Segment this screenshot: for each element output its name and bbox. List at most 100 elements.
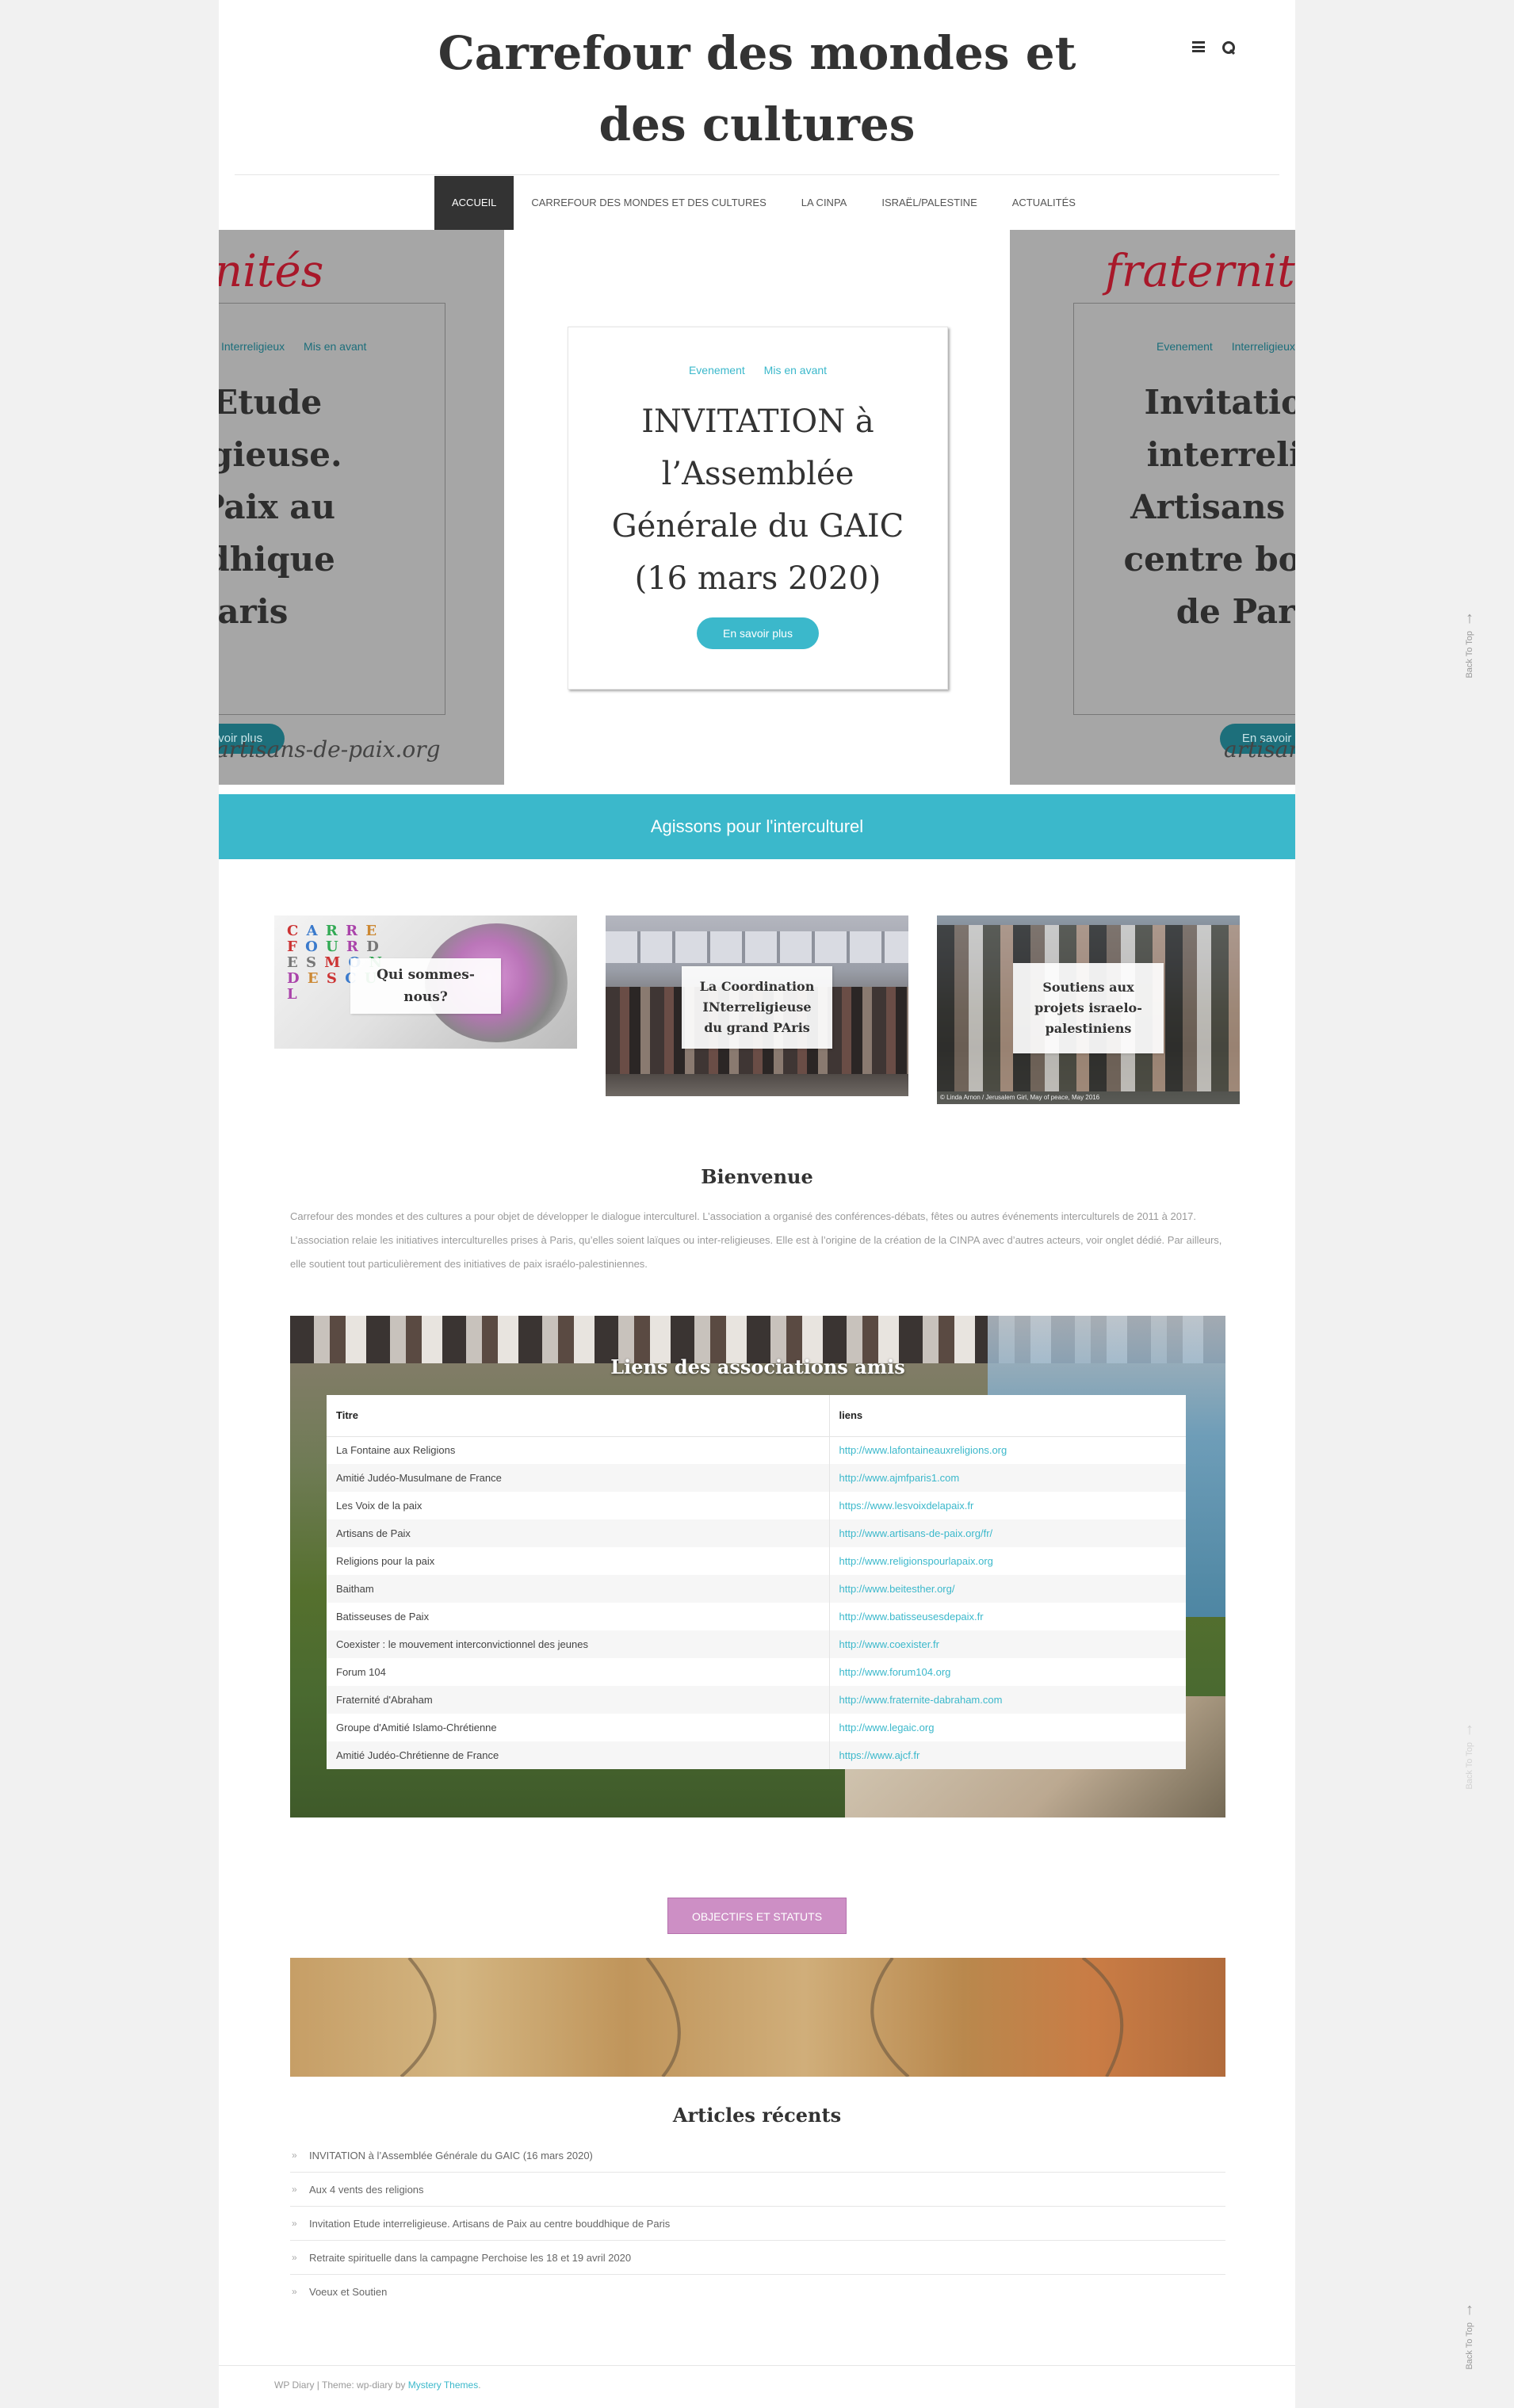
- footer-prefix: WP Diary | Theme: wp-diary by: [274, 2379, 408, 2391]
- recent-articles-list: » INVITATION à l’Assemblée Générale du GA…: [290, 2139, 1225, 2309]
- slide-left[interactable]: nités Interreligieux Mis en avant tion E…: [219, 230, 504, 785]
- footer-theme-link[interactable]: Mystery Themes: [408, 2379, 478, 2391]
- featured-slider[interactable]: nités Interreligieux Mis en avant tion E…: [219, 230, 1295, 785]
- link-title: La Fontaine aux Religions: [327, 1436, 830, 1464]
- recent-article-link[interactable]: Aux 4 vents des religions: [309, 2184, 424, 2196]
- feature-3-label[interactable]: Soutiens aux projets israelo-palestinien…: [1013, 963, 1164, 1053]
- link-url[interactable]: http://www.batisseusesdepaix.fr: [829, 1603, 1186, 1630]
- feature-qui-sommes-nous[interactable]: C A R R E F O U R D E S M O N D E S C U …: [274, 915, 577, 1049]
- feature-cinpa[interactable]: La Coordination INterreligieuse du grand…: [606, 915, 908, 1096]
- link-url[interactable]: http://www.forum104.org: [829, 1658, 1186, 1686]
- feature-israel-palestine[interactable]: Soutiens aux projets israelo-palestinien…: [937, 915, 1240, 1104]
- link-title: Religions pour la paix: [327, 1547, 830, 1575]
- list-item: » INVITATION à l’Assemblée Générale du GA…: [290, 2139, 1225, 2173]
- table-row: Amitié Judéo-Chrétienne de France https:/…: [327, 1741, 1186, 1769]
- slide-center-cat-1[interactable]: Evenement: [689, 364, 745, 376]
- table-row: Religions pour la paix http://www.religio…: [327, 1547, 1186, 1575]
- recent-article-link[interactable]: INVITATION à l’Assemblée Générale du GAI…: [309, 2150, 593, 2161]
- objectives-banner-image: [290, 1958, 1225, 2077]
- slide-right-cat-1[interactable]: Evenement: [1157, 340, 1213, 353]
- slide-left-title-line: tion Etude: [219, 383, 323, 422]
- link-title: Artisans de Paix: [327, 1519, 830, 1547]
- slide-left-logo: nités: [219, 246, 324, 297]
- recent-article-link[interactable]: Voeux et Soutien: [309, 2286, 387, 2298]
- table-row: Les Voix de la paix https://www.lesvoixde…: [327, 1492, 1186, 1519]
- footer-divider: [219, 2365, 1295, 2366]
- slide-center[interactable]: Evenement Mis en avant INVITATION à l’As…: [504, 230, 1010, 785]
- slide-center-card: Evenement Mis en avant INVITATION à l’As…: [568, 327, 948, 690]
- link-title: Batisseuses de Paix: [327, 1603, 830, 1630]
- slide-center-title-line: (16 mars 2020): [634, 560, 881, 597]
- link-url[interactable]: http://www.lafontaineauxreligions.org: [829, 1436, 1186, 1464]
- table-row: Amitié Judéo-Musulmane de France http://w…: [327, 1464, 1186, 1492]
- slide-left-card: Interreligieux Mis en avant tion Etude e…: [219, 303, 446, 754]
- slide-left-title-line: e Paris: [219, 592, 289, 631]
- nav-item-actualites[interactable]: Actualités: [995, 176, 1093, 230]
- slide-right-site: artisans-: [1224, 736, 1295, 763]
- slide-right-title-line: de Par: [1176, 592, 1295, 631]
- header-divider: [235, 174, 1279, 175]
- slide-right-title-line: interrelig: [1146, 435, 1295, 474]
- table-row: Fraternité d'Abraham http://www.fraternit…: [327, 1686, 1186, 1714]
- slide-right-title[interactable]: Invitation interrelig Artisans de centre…: [1014, 376, 1296, 638]
- links-table: Titre liens La Fontaine aux Religions htt…: [327, 1395, 1186, 1769]
- slide-left-cat-1[interactable]: Interreligieux: [221, 340, 285, 353]
- back-to-top-button[interactable]: ↑ Back To Top: [1462, 610, 1478, 678]
- link-url[interactable]: http://www.ajmfparis1.com: [829, 1464, 1186, 1492]
- nav-item-accueil[interactable]: Accueil: [434, 176, 514, 230]
- site-title[interactable]: Carrefour des mondes et des cultures: [219, 17, 1295, 160]
- nav-item-carrefour[interactable]: Carrefour des mondes et des cultures: [514, 176, 783, 230]
- list-item: » Voeux et Soutien: [290, 2275, 1225, 2309]
- slide-right-title-line: Invitation: [1144, 383, 1295, 422]
- link-title: Amitié Judéo-Musulmane de France: [327, 1464, 830, 1492]
- chevron-right-icon: »: [292, 2218, 297, 2229]
- list-item: » Invitation Etude interreligieuse. Artis…: [290, 2207, 1225, 2241]
- welcome-text: Carrefour des mondes et des cultures a p…: [290, 1210, 1222, 1270]
- link-url[interactable]: http://www.religionspourlapaix.org: [829, 1547, 1186, 1575]
- site-title-line-2[interactable]: des cultures: [219, 89, 1295, 160]
- interculturel-banner: Agissons pour l'interculturel: [219, 794, 1295, 859]
- site-title-line-1[interactable]: Carrefour des mondes et: [219, 17, 1295, 89]
- menu-icon[interactable]: [1192, 41, 1205, 52]
- list-item: » Aux 4 vents des religions: [290, 2173, 1225, 2207]
- recent-article-link[interactable]: Invitation Etude interreligieuse. Artisa…: [309, 2218, 670, 2230]
- link-title: Amitié Judéo-Chrétienne de France: [327, 1741, 830, 1769]
- recent-article-link[interactable]: Retraite spirituelle dans la campagne Pe…: [309, 2252, 631, 2264]
- objectifs-statuts-button[interactable]: Objectifs et statuts: [667, 1898, 847, 1934]
- link-title: Coexister : le mouvement interconviction…: [327, 1630, 830, 1658]
- slide-right-card: Evenement Interreligieux Invitation inte…: [1073, 303, 1295, 754]
- link-url[interactable]: http://www.fraternite-dabraham.com: [829, 1686, 1186, 1714]
- search-icon[interactable]: [1222, 41, 1235, 54]
- list-item: » Retraite spirituelle dans la campagne P…: [290, 2241, 1225, 2275]
- link-url[interactable]: https://www.lesvoixdelapaix.fr: [829, 1492, 1186, 1519]
- slide-center-cat-2[interactable]: Mis en avant: [764, 364, 827, 376]
- slide-center-title-line: Générale du GAIC: [611, 508, 904, 545]
- link-title: Forum 104: [327, 1658, 830, 1686]
- feature-2-label[interactable]: La Coordination INterreligieuse du grand…: [682, 966, 832, 1049]
- slide-right-cat-2[interactable]: Interreligieux: [1232, 340, 1295, 353]
- link-url[interactable]: https://www.ajcf.fr: [829, 1741, 1186, 1769]
- slide-left-cat-2[interactable]: Mis en avant: [304, 340, 366, 353]
- header-icons: [1192, 41, 1235, 54]
- feature-1-label[interactable]: Qui sommes-nous?: [350, 958, 501, 1014]
- link-url[interactable]: http://www.beitesther.org/: [829, 1575, 1186, 1603]
- back-to-top-label: Back To Top: [1465, 1742, 1474, 1790]
- link-url[interactable]: http://www.artisans-de-paix.org/fr/: [829, 1519, 1186, 1547]
- nav-item-israel-palestine[interactable]: Israël/Palestine: [864, 176, 994, 230]
- back-to-top-button-bottom[interactable]: ↑ Back To Top: [1462, 2302, 1478, 2370]
- slide-center-button[interactable]: En savoir plus: [697, 617, 819, 649]
- arrow-up-icon: ↑: [1466, 610, 1474, 627]
- slide-left-title[interactable]: tion Etude erreligieuse. s de Paix au bo…: [219, 376, 446, 638]
- nav-item-cinpa[interactable]: La CINPA: [784, 176, 865, 230]
- slide-right[interactable]: fraternité Evenement Interreligieux Invi…: [1010, 230, 1295, 785]
- back-to-top-button-ghost[interactable]: ↑ Back To Top: [1462, 1722, 1478, 1790]
- link-url[interactable]: http://www.coexister.fr: [829, 1630, 1186, 1658]
- slide-right-title-line: centre boud: [1123, 540, 1296, 579]
- table-row: Batisseuses de Paix http://www.batisseuse…: [327, 1603, 1186, 1630]
- column-header-liens: liens: [829, 1395, 1186, 1437]
- table-row: Groupe d'Amitié Islamo-Chrétienne http://…: [327, 1714, 1186, 1741]
- links-table-header-row: Titre liens: [327, 1395, 1186, 1437]
- slide-center-title-line: INVITATION à: [641, 403, 874, 440]
- slide-center-title[interactable]: INVITATION à l’Assemblée Générale du GAI…: [584, 396, 931, 605]
- link-url[interactable]: http://www.legaic.org: [829, 1714, 1186, 1741]
